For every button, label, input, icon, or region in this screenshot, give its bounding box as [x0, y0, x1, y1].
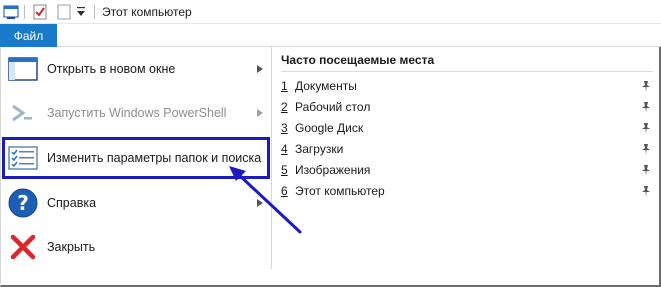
explorer-icon[interactable] — [3, 4, 19, 23]
frequent-place-number: 2 — [281, 100, 288, 114]
help-icon: ? — [7, 187, 39, 219]
submenu-arrow-icon — [257, 199, 263, 207]
menu-item-label: Закрыть — [47, 239, 96, 254]
quick-access-separator — [24, 5, 25, 19]
menu-item-close[interactable]: Закрыть — [1, 225, 271, 268]
new-folder-icon[interactable] — [56, 4, 72, 23]
frequent-place-google-drive[interactable]: 3 Google Диск — [273, 118, 661, 139]
menu-item-help[interactable]: ? Справка — [1, 181, 271, 224]
pin-icon[interactable] — [640, 164, 652, 176]
frequent-place-label: Google Диск — [295, 121, 364, 135]
file-menu: Открыть в новом окне Запустить Windows P… — [0, 47, 661, 287]
menu-item-powershell[interactable]: Запустить Windows PowerShell — [1, 91, 271, 134]
frequent-place-number: 3 — [281, 121, 288, 135]
file-tab[interactable]: Файл — [0, 24, 57, 47]
window-title: Этот компьютер — [102, 5, 192, 19]
submenu-arrow-icon — [257, 65, 263, 73]
frequent-place-label: Этот компьютер — [295, 184, 385, 198]
frequent-place-documents[interactable]: 1 Документы — [273, 76, 661, 97]
pin-icon[interactable] — [640, 80, 652, 92]
submenu-arrow-icon — [257, 109, 263, 117]
frequent-place-label: Изображения — [295, 163, 371, 177]
pin-icon[interactable] — [640, 143, 652, 155]
frequent-place-this-pc[interactable]: 6 Этот компьютер — [273, 181, 661, 202]
frequent-places-panel: Часто посещаемые места 1 Документы 2 Раб… — [273, 47, 661, 271]
new-window-icon — [7, 53, 39, 85]
pin-icon[interactable] — [640, 101, 652, 113]
frequent-place-number: 5 — [281, 163, 288, 177]
pin-icon[interactable] — [640, 122, 652, 134]
frequent-place-pictures[interactable]: 5 Изображения — [273, 160, 661, 181]
frequent-place-label: Загрузки — [295, 142, 344, 156]
frequent-place-number: 1 — [281, 79, 288, 93]
frequent-place-label: Документы — [295, 79, 357, 93]
frequent-places-divider — [281, 71, 653, 72]
ribbon-tab-bar: Файл — [0, 24, 661, 47]
powershell-icon — [7, 97, 39, 129]
frequent-place-number: 4 — [281, 142, 288, 156]
menu-column-divider — [271, 47, 272, 269]
frequent-places-header: Часто посещаемые места — [281, 53, 435, 67]
frequent-place-desktop[interactable]: 2 Рабочий стол — [273, 97, 661, 118]
file-menu-commands: Открыть в новом окне Запустить Windows P… — [1, 47, 271, 271]
highlight-box — [2, 137, 270, 179]
menu-item-label: Справка — [47, 195, 97, 210]
menu-item-label: Запустить Windows PowerShell — [47, 105, 227, 120]
title-bar: Этот компьютер — [0, 0, 661, 24]
menu-item-open-new-window[interactable]: Открыть в новом окне — [1, 47, 271, 90]
frequent-place-downloads[interactable]: 4 Загрузки — [273, 139, 661, 160]
svg-text:?: ? — [17, 191, 29, 215]
customize-dropdown-icon[interactable] — [76, 6, 86, 21]
frequent-place-label: Рабочий стол — [295, 100, 371, 114]
properties-check-icon[interactable] — [32, 4, 48, 23]
close-icon — [7, 231, 39, 263]
file-tab-label: Файл — [13, 28, 44, 43]
menu-item-label: Открыть в новом окне — [47, 61, 176, 76]
title-separator — [94, 5, 95, 19]
frequent-place-number: 6 — [281, 184, 288, 198]
pin-icon[interactable] — [640, 185, 652, 197]
